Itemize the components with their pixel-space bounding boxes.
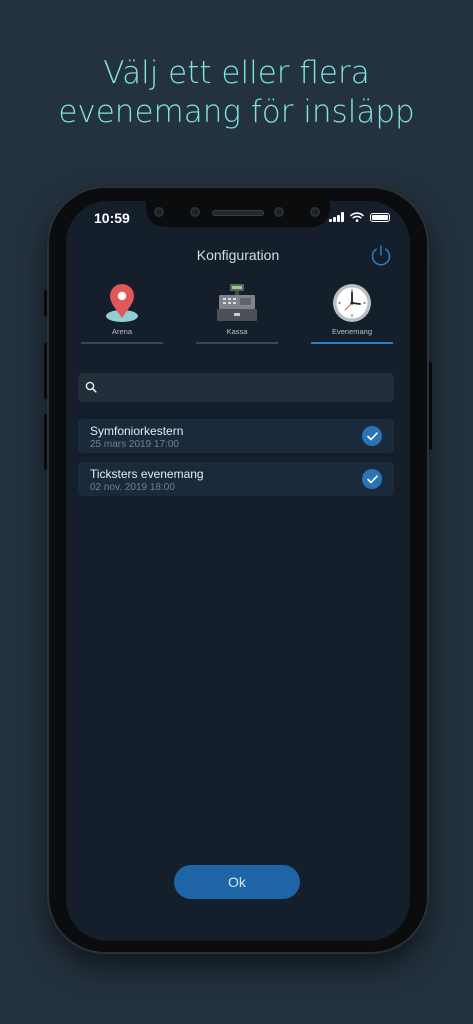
category-evenemang-label: Evenemang: [331, 327, 373, 336]
speaker-grille: [212, 210, 264, 216]
event-date: 25 mars 2019 17:00: [90, 439, 179, 450]
list-item[interactable]: Ticksters evenemang 02 nov. 2019 18:00: [78, 462, 394, 496]
event-title: Ticksters evenemang: [90, 467, 204, 481]
status-time: 10:59: [94, 210, 130, 226]
checkmark-icon[interactable]: [362, 469, 382, 489]
category-evenemang[interactable]: Evenemang: [311, 281, 393, 344]
headline-line-2: evenemang för insläpp: [58, 94, 415, 130]
checkmark-icon[interactable]: [362, 426, 382, 446]
category-kassa[interactable]: Kassa: [196, 281, 278, 344]
event-title: Symfoniorkestern: [90, 424, 184, 438]
phone-screen: 10:59 Konfiguration Arena Kassa Eveneman…: [66, 201, 410, 941]
search-bar[interactable]: [78, 373, 394, 402]
category-arena-underline: [81, 342, 163, 344]
notch: [146, 201, 330, 227]
category-evenemang-underline: [311, 342, 393, 344]
category-arena-label: Arena: [111, 327, 132, 336]
cash-register-icon: [196, 281, 278, 325]
headline: Välj ett eller flera evenemang för inslä…: [0, 54, 473, 132]
clock-icon: [311, 281, 393, 325]
category-kassa-underline: [196, 342, 278, 344]
sensor-icon: [190, 207, 200, 217]
search-icon: [85, 381, 97, 393]
power-icon[interactable]: [369, 243, 393, 267]
sensor-icon: [310, 207, 320, 217]
category-arena[interactable]: Arena: [81, 281, 163, 344]
category-kassa-label: Kassa: [226, 327, 248, 336]
signal-icon: [329, 212, 344, 222]
search-input[interactable]: [104, 377, 388, 400]
screen-title: Konfiguration: [196, 247, 280, 263]
event-date: 02 nov. 2019 18:00: [90, 482, 175, 493]
status-icons: [329, 212, 390, 222]
battery-icon: [370, 212, 390, 222]
ok-button[interactable]: Ok: [174, 865, 300, 899]
front-camera-icon: [154, 207, 164, 217]
list-item[interactable]: Symfoniorkestern 25 mars 2019 17:00: [78, 419, 394, 453]
wifi-icon: [350, 212, 364, 222]
sensor-icon: [274, 207, 284, 217]
map-pin-icon: [81, 281, 163, 325]
headline-line-1: Välj ett eller flera: [103, 55, 370, 91]
